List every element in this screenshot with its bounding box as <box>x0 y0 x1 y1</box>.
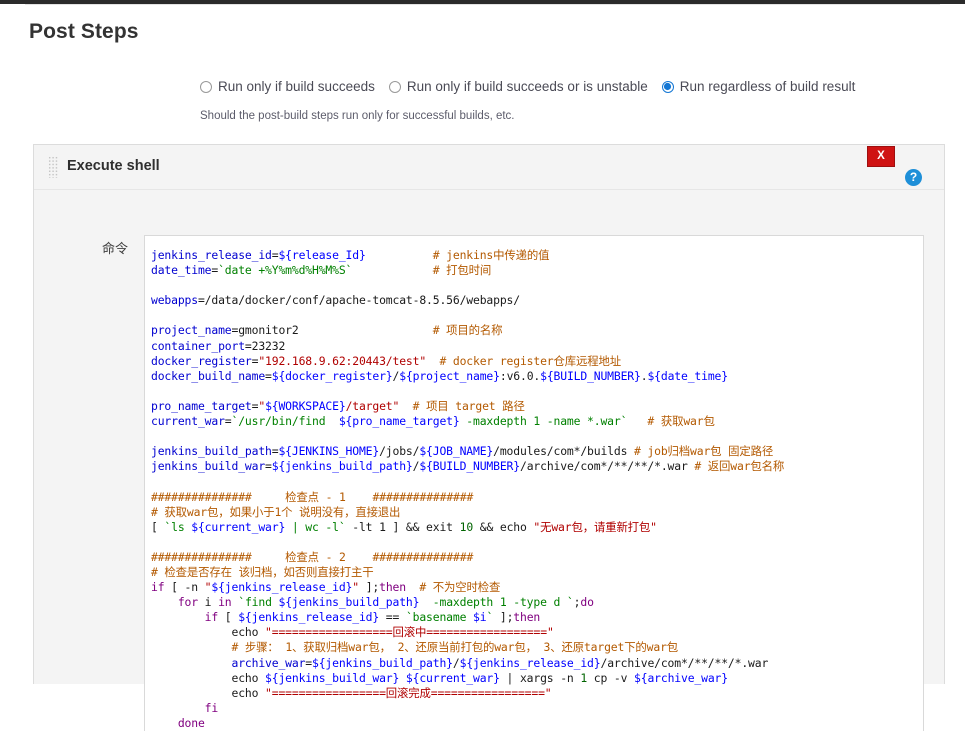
radio-option-run-if-succeeds[interactable]: Run only if build succeeds <box>200 79 375 94</box>
radio-label: Run regardless of build result <box>679 79 856 94</box>
radio-label: Run only if build succeeds or is unstabl… <box>406 79 648 94</box>
execute-shell-builder-panel: Execute shell X ? 命令 jenkins_release_id=… <box>33 144 945 731</box>
help-icon[interactable]: ? <box>905 169 922 186</box>
command-textarea[interactable]: jenkins_release_id=${release_Id} # jenki… <box>144 235 924 731</box>
radio-option-run-if-succeeds-or-unstable[interactable]: Run only if build succeeds or is unstabl… <box>388 79 648 94</box>
builder-panel-header: Execute shell X ? <box>34 145 944 190</box>
header-divider <box>25 4 940 5</box>
page-title: Post Steps <box>29 20 139 43</box>
radio-indicator-selected[interactable] <box>661 80 674 93</box>
command-field-label: 命令 <box>101 241 128 256</box>
radio-option-run-regardless[interactable]: Run regardless of build result <box>661 79 856 94</box>
command-script-content[interactable]: jenkins_release_id=${release_Id} # jenki… <box>151 248 913 731</box>
drag-grip-icon[interactable] <box>48 156 59 178</box>
post-steps-help-text: Should the post-build steps run only for… <box>200 110 515 122</box>
command-field-row: 命令 jenkins_release_id=${release_Id} # je… <box>34 190 944 731</box>
radio-indicator[interactable] <box>388 80 401 93</box>
radio-label: Run only if build succeeds <box>218 79 375 94</box>
post-build-condition-radio-group: Run only if build succeeds Run only if b… <box>200 79 855 94</box>
builder-title: Execute shell <box>67 158 160 174</box>
delete-builder-button[interactable]: X <box>867 146 895 167</box>
radio-indicator[interactable] <box>200 80 212 93</box>
